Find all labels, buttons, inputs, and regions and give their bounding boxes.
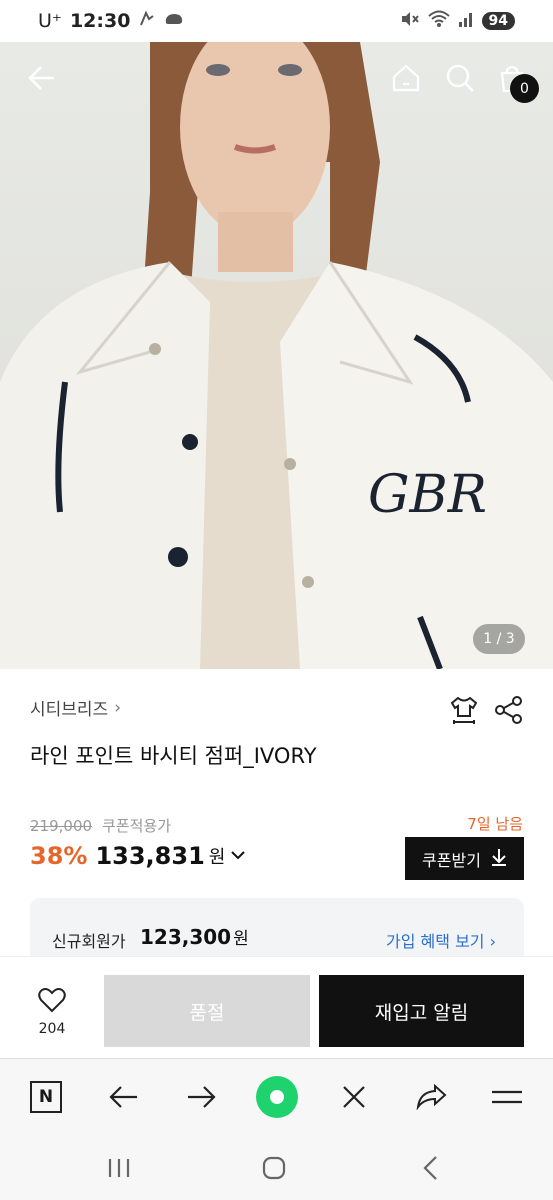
green-dot-icon xyxy=(256,1076,298,1118)
sale-price: 133,831 xyxy=(95,842,205,870)
wifi-icon xyxy=(427,10,450,33)
back-arrow-icon[interactable] xyxy=(24,60,60,96)
status-bar: U⁺ 12:30 94 xyxy=(0,0,553,42)
battery-indicator: 94 xyxy=(481,12,515,30)
naver-home-button[interactable]: N xyxy=(22,1073,70,1121)
svg-text:GBR: GBR xyxy=(368,465,487,525)
coupon-price-note: 쿠폰적용가 xyxy=(102,817,172,835)
home-icon[interactable] xyxy=(388,60,424,96)
member-price-number: 123,300 xyxy=(140,925,232,949)
restock-alert-button[interactable]: 재입고 알림 xyxy=(319,975,524,1047)
mute-icon xyxy=(400,10,420,33)
home-nav-icon[interactable] xyxy=(254,1150,294,1186)
clock: 12:30 xyxy=(69,10,131,32)
system-navigation-bar xyxy=(0,1134,553,1200)
browser-forward-icon[interactable] xyxy=(177,1073,225,1121)
carrier-label: U⁺ xyxy=(38,10,62,32)
join-benefits-link[interactable]: 가입 혜택 보기 › xyxy=(386,928,496,952)
search-icon[interactable] xyxy=(442,60,478,96)
top-overlay-bar xyxy=(0,42,553,114)
like-button[interactable]: 204 xyxy=(22,987,82,1037)
brand-name: 시티브리즈 xyxy=(30,700,109,720)
download-icon xyxy=(491,848,507,870)
close-icon[interactable] xyxy=(330,1073,378,1121)
cloud-leaf-icon xyxy=(164,10,184,33)
brand-link[interactable]: 시티브리즈 › xyxy=(30,695,122,721)
product-image[interactable]: GBR xyxy=(0,42,553,669)
back-nav-icon[interactable] xyxy=(410,1150,450,1186)
purchase-action-bar: 204 품절 재입고 알림 xyxy=(0,956,553,1058)
member-currency-unit: 원 xyxy=(233,929,249,949)
size-guide-icon[interactable] xyxy=(447,693,481,727)
price-row[interactable]: 38% 133,831 원 xyxy=(30,842,246,870)
member-price-label: 신규회원가 xyxy=(52,932,126,951)
green-dot-button[interactable] xyxy=(253,1073,301,1121)
currency-unit: 원 xyxy=(208,847,226,868)
chevron-down-icon[interactable] xyxy=(231,848,246,864)
discount-rate: 38% xyxy=(30,842,88,870)
recent-apps-icon[interactable] xyxy=(99,1150,139,1186)
soldout-button: 품절 xyxy=(104,975,310,1047)
coupon-download-button[interactable]: 쿠폰받기 xyxy=(405,837,524,880)
browser-toolbar: N xyxy=(0,1058,553,1134)
heart-icon xyxy=(38,988,66,1013)
running-app-icon xyxy=(138,10,156,33)
member-price-value: 123,300 원 xyxy=(140,924,249,949)
coupon-button-label: 쿠폰받기 xyxy=(422,850,481,870)
share-arrow-icon[interactable] xyxy=(407,1073,455,1121)
menu-icon[interactable] xyxy=(483,1073,531,1121)
days-left-label: 7일 남음 xyxy=(467,815,523,833)
like-count: 204 xyxy=(38,1021,66,1037)
share-icon[interactable] xyxy=(492,693,526,727)
chevron-right-icon: › xyxy=(114,697,122,718)
signal-icon xyxy=(458,10,474,32)
image-page-indicator: 1 / 3 xyxy=(473,624,525,654)
original-price: 219,000 xyxy=(30,816,93,835)
original-price-row: 219,000 쿠폰적용가 xyxy=(30,815,171,836)
product-title: 라인 포인트 바시티 점퍼_IVORY xyxy=(30,744,317,768)
naver-n-icon: N xyxy=(30,1081,62,1113)
browser-back-icon[interactable] xyxy=(100,1073,148,1121)
cart-count-badge: 0 xyxy=(510,74,539,103)
